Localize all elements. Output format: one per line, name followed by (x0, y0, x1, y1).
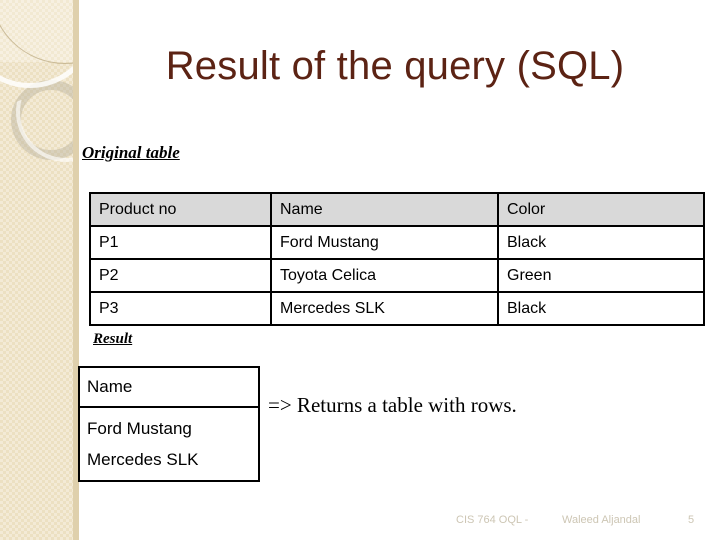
sidebar-white-arc-icon (0, 0, 79, 88)
footer-course: CIS 764 OQL - (456, 514, 529, 526)
cell-product-no: P3 (89, 291, 272, 326)
column-header-color: Color (497, 192, 705, 227)
cell-product-no: P1 (89, 225, 272, 260)
result-column-header-name: Name (78, 366, 260, 408)
decorative-sidebar (0, 0, 79, 540)
column-header-product-no: Product no (89, 192, 272, 227)
table-row: P2 Toyota Celica Green (89, 258, 705, 293)
result-table-header-row: Name (78, 366, 260, 408)
cell-color: Black (497, 225, 705, 260)
result-table-caption: Result (93, 331, 133, 347)
footer-page-number: 5 (688, 514, 695, 526)
slide-footer: CIS 764 OQL - Waleed Aljandal 5 (0, 512, 720, 534)
result-table: Name Ford Mustang Mercedes SLK (78, 366, 260, 482)
table-row: P1 Ford Mustang Black (89, 225, 705, 260)
table-row: P3 Mercedes SLK Black (89, 291, 705, 326)
result-value-row: Ford Mustang (87, 419, 192, 438)
page-title: Result of the query (SQL) (165, 44, 625, 88)
returns-annotation: => Returns a table with rows. (268, 393, 517, 417)
cell-name: Mercedes SLK (270, 291, 499, 326)
footer-author: Waleed Aljandal (562, 514, 641, 526)
result-table-body-row: Ford Mustang Mercedes SLK (78, 406, 260, 482)
original-table-caption: Original table (82, 143, 180, 162)
table-header-row: Product no Name Color (89, 192, 705, 227)
original-table: Product no Name Color P1 Ford Mustang Bl… (89, 192, 705, 326)
result-values-cell: Ford Mustang Mercedes SLK (78, 406, 260, 482)
cell-product-no: P2 (89, 258, 272, 293)
slide-canvas: Result of the query (SQL) Original table… (0, 0, 720, 540)
result-value-row: Mercedes SLK (87, 450, 199, 469)
column-header-name: Name (270, 192, 499, 227)
cell-color: Black (497, 291, 705, 326)
cell-color: Green (497, 258, 705, 293)
cell-name: Toyota Celica (270, 258, 499, 293)
cell-name: Ford Mustang (270, 225, 499, 260)
